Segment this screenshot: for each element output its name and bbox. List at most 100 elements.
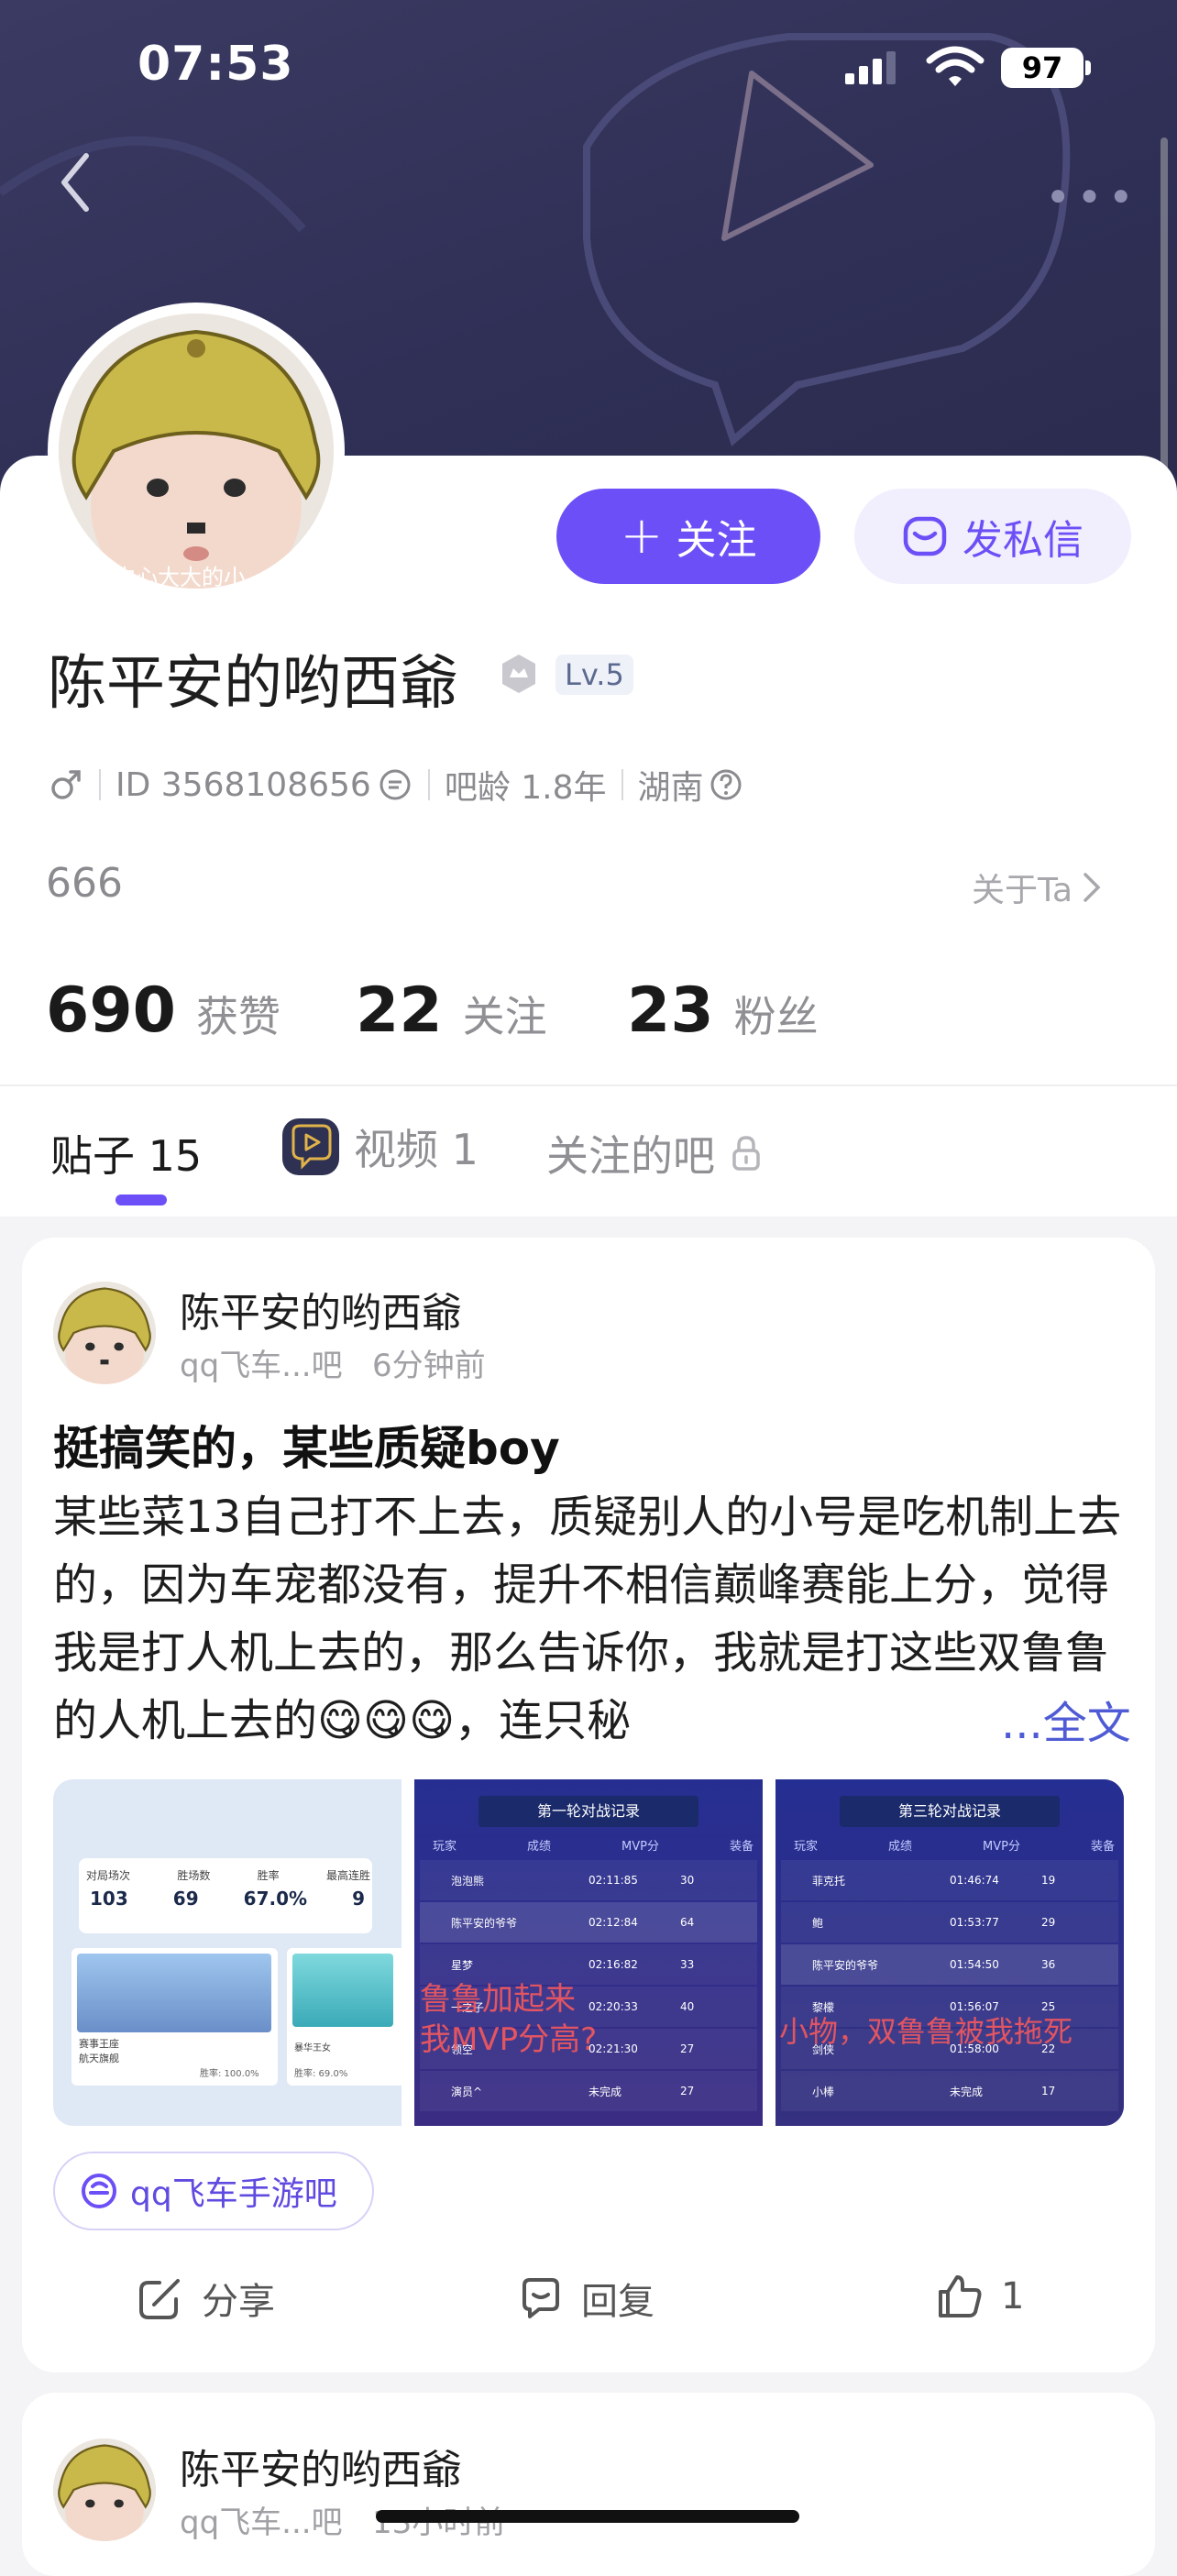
rank-badge-icon (502, 655, 535, 693)
video-icon (282, 1118, 339, 1175)
overlay-text: 小物，双鲁鲁被我拖死 (779, 2014, 1073, 2049)
table-row: 菲克托 01:46:74 19 (781, 1860, 1118, 1900)
back-icon[interactable] (57, 150, 94, 215)
tab-active-indicator (116, 1194, 167, 1205)
post-avatar[interactable] (53, 1282, 156, 1384)
stat-number: 23 (627, 974, 714, 1047)
table-header: 玩家 成绩 MVP分 装备 (433, 1840, 754, 1854)
reply-label: 回复 (581, 2281, 654, 2323)
about-label: 关于Ta (972, 872, 1073, 909)
table-row: 陈平安的爷爷 02:12:84 64 (420, 1902, 757, 1943)
share-button[interactable]: 分享 (136, 2272, 275, 2325)
level-badge: Lv.5 (556, 655, 633, 695)
post-author[interactable]: 陈平安的哟西爺 (180, 1280, 462, 1338)
help-icon[interactable] (708, 766, 744, 803)
bar-age: 吧龄 1.8年 (444, 769, 607, 807)
divider (99, 769, 101, 800)
read-full-link[interactable]: ...全文 (994, 1687, 1131, 1751)
copy-icon[interactable] (377, 766, 413, 803)
stat-label: 获赞 (195, 992, 280, 1041)
table-row: 鲍 01:53:77 29 (781, 1902, 1118, 1943)
avatar[interactable] (59, 314, 334, 589)
follow-label: 关注 (676, 517, 757, 564)
tab-followed-bars[interactable]: 关注的吧 (546, 1123, 763, 1183)
overlay-text: 鲁鲁加起来 我MVP分高? (420, 1981, 598, 2058)
location: 湖南 (637, 769, 704, 807)
stat-label: 关注 (462, 992, 547, 1041)
wifi-icon (926, 46, 984, 86)
message-label: 发私信 (962, 517, 1084, 564)
post-body[interactable]: 某些菜13自己打不上去，质疑别人的小号是吃机制上去的，因为车宠都没有，提升不相信… (53, 1483, 1128, 1755)
stat-number: 22 (356, 974, 443, 1047)
about-link[interactable]: 关于Ta (972, 864, 1102, 911)
message-button[interactable]: 发私信 (854, 489, 1131, 584)
stat-following[interactable]: 22 关注 (356, 974, 547, 1047)
avatar-image (53, 2438, 156, 2541)
status-time: 07:53 (138, 37, 294, 92)
tab-bars-label: 关注的吧 (546, 1131, 715, 1181)
plus-icon: + (620, 506, 664, 566)
stat-followers[interactable]: 23 粉丝 (627, 974, 819, 1047)
pet-rate: 胜率: 69.0% (294, 2069, 348, 2079)
profile-name: 陈平安的哟西爺 (48, 650, 458, 718)
profile-meta: ID 3568108656 吧龄 1.8年 湖南 (48, 761, 744, 809)
more-icon[interactable]: ••• (1045, 172, 1139, 224)
car-image (77, 1954, 271, 2032)
car-rate: 胜率: 100.0% (200, 2069, 259, 2079)
like-button[interactable]: 1 (935, 2272, 1024, 2321)
stat-likes[interactable]: 690 获赞 (46, 974, 280, 1047)
pet-card: 暴华王女 胜率: 69.0% (287, 1948, 402, 2086)
table-row: 小棒 未完成 17 (781, 2071, 1118, 2111)
round-title: 第一轮对战记录 (478, 1796, 698, 1827)
stats-labels: 对局场次 胜场数 胜率 最高连胜 (86, 1869, 370, 1882)
post-title[interactable]: 挺搞笑的，某些质疑boy (53, 1412, 560, 1478)
battery-indicator: 97 (1001, 48, 1084, 88)
share-icon (139, 2279, 180, 2319)
pet-sub: 暴华王女 (294, 2043, 331, 2053)
bar-tag-label: qq飞车手游吧 (130, 2175, 337, 2213)
thumbs-up-icon (939, 2275, 982, 2317)
lock-icon (732, 1136, 760, 1171)
chevron-right-icon (1084, 873, 1101, 902)
cellular-signal-icon (845, 51, 896, 84)
pet-image (292, 1954, 393, 2027)
car-sub: 航天旗舰 (79, 2053, 119, 2064)
follow-button[interactable]: + 关注 (556, 489, 820, 584)
post-image-3[interactable]: 第三轮对战记录 玩家 成绩 MVP分 装备 菲克托 01:46:74 19 鲍 01:… (776, 1779, 1124, 2126)
bar-logo-icon (82, 2174, 116, 2208)
post-author[interactable]: 陈平安的哟西爺 (180, 2437, 462, 2495)
mail-icon (903, 516, 947, 556)
avatar-image (59, 314, 334, 589)
bar-tag[interactable]: qq飞车手游吧 (53, 2152, 374, 2230)
tab-posts[interactable]: 贴子 15 (50, 1123, 202, 1183)
stat-number: 690 (46, 974, 176, 1047)
table-row: 演员^ 未完成 27 (420, 2071, 757, 2111)
like-count: 1 (1001, 2275, 1025, 2317)
user-id[interactable]: ID 3568108656 (116, 766, 371, 804)
car-label: 赛事王座 (79, 2038, 119, 2050)
record-table: 菲克托 01:46:74 19 鲍 01:53:77 29 陈平安的爷爷 01:54:50… (781, 1860, 1118, 2111)
divider (0, 1084, 1177, 1086)
post-image-1[interactable]: 对局场次 胜场数 胜率 最高连胜 103 69 67.0% 9 赛事王座 航天旗… (53, 1779, 402, 2126)
car-card: 赛事王座 航天旗舰 胜率: 100.0% (72, 1948, 278, 2086)
post-avatar[interactable] (53, 2438, 156, 2541)
divider (621, 769, 623, 800)
divider (427, 769, 430, 800)
profile-bio: 666 (46, 860, 123, 907)
comment-icon (522, 2278, 559, 2318)
home-indicator[interactable] (376, 2510, 799, 2523)
tab-videos[interactable]: 视频 1 (280, 1117, 478, 1177)
reply-button[interactable]: 回复 (517, 2272, 654, 2325)
table-header: 玩家 成绩 MVP分 装备 (794, 1840, 1115, 1854)
stat-label: 粉丝 (733, 992, 819, 1041)
post-image-2[interactable]: 第一轮对战记录 玩家 成绩 MVP分 装备 泡泡熊 02:11:85 30 陈平安的… (414, 1779, 763, 2126)
avatar-watermark: 的内心大大的小 (92, 565, 246, 590)
table-row: 陈平安的爷爷 01:54:50 36 (781, 1944, 1118, 1985)
round-title: 第三轮对战记录 (840, 1796, 1060, 1827)
stats-values: 103 69 67.0% 9 (90, 1888, 365, 1910)
male-gender-icon (51, 770, 81, 799)
tab-videos-label: 视频 1 (354, 1125, 478, 1174)
battery-cap (1085, 61, 1091, 75)
post-meta: qq飞车...吧 6分钟前 (180, 1348, 486, 1384)
share-label: 分享 (202, 2281, 275, 2323)
